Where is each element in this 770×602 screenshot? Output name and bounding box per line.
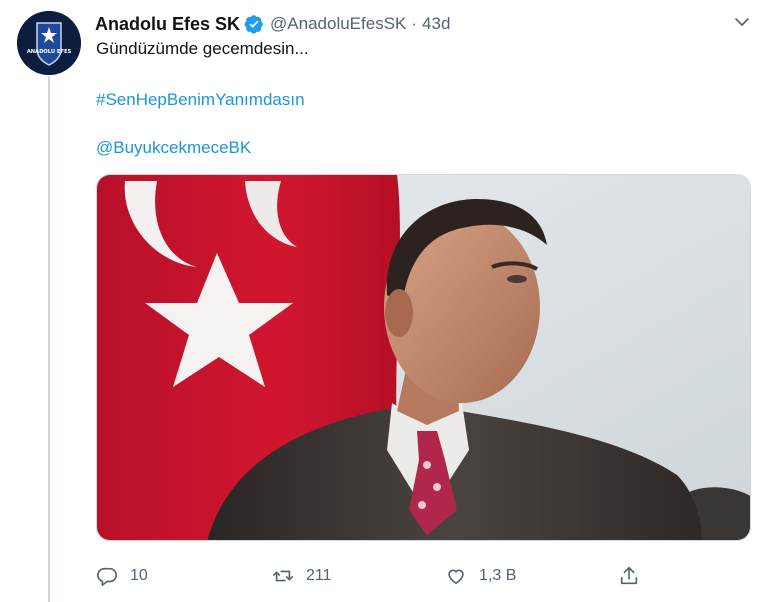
retweet-button[interactable]: 211 bbox=[272, 562, 332, 590]
tweet-media-photo[interactable] bbox=[96, 174, 751, 541]
author-handle[interactable]: @AnadoluEfesSK bbox=[270, 14, 406, 34]
more-options-chevron-icon[interactable] bbox=[733, 13, 751, 31]
share-button[interactable] bbox=[618, 562, 640, 590]
tweet-text: Gündüzümde gecemdesin... bbox=[96, 39, 309, 58]
verified-badge-icon bbox=[244, 14, 264, 34]
avatar[interactable]: ANADOLU EFES bbox=[17, 11, 81, 75]
avatar-logo-text: ANADOLU EFES bbox=[27, 49, 72, 55]
portrait-photo-image bbox=[97, 175, 750, 540]
display-name[interactable]: Anadolu Efes SK bbox=[95, 14, 240, 35]
separator-dot: · bbox=[411, 14, 418, 33]
share-icon bbox=[620, 566, 638, 585]
anadolu-efes-logo-icon: ANADOLU EFES bbox=[17, 11, 81, 75]
heart-icon bbox=[448, 569, 464, 585]
like-count: 1,3 B bbox=[479, 567, 517, 584]
reply-icon bbox=[97, 567, 117, 586]
thread-line bbox=[48, 76, 50, 602]
like-button[interactable]: 1,3 B bbox=[445, 562, 516, 590]
reply-count: 10 bbox=[130, 567, 148, 584]
retweet-count: 211 bbox=[306, 567, 332, 584]
tweet-timestamp[interactable]: 43d bbox=[422, 14, 450, 34]
reply-button[interactable]: 10 bbox=[96, 562, 148, 590]
tweet-header: Anadolu Efes SK @AnadoluEfesSK · 43d bbox=[95, 12, 450, 36]
retweet-icon bbox=[273, 570, 293, 582]
mention-link[interactable]: @BuyukcekmeceBK bbox=[96, 137, 251, 159]
tweet-actions: 10 211 1,3 B bbox=[96, 562, 656, 590]
hashtag-link[interactable]: #SenHepBenimYanımdasın bbox=[96, 89, 305, 111]
